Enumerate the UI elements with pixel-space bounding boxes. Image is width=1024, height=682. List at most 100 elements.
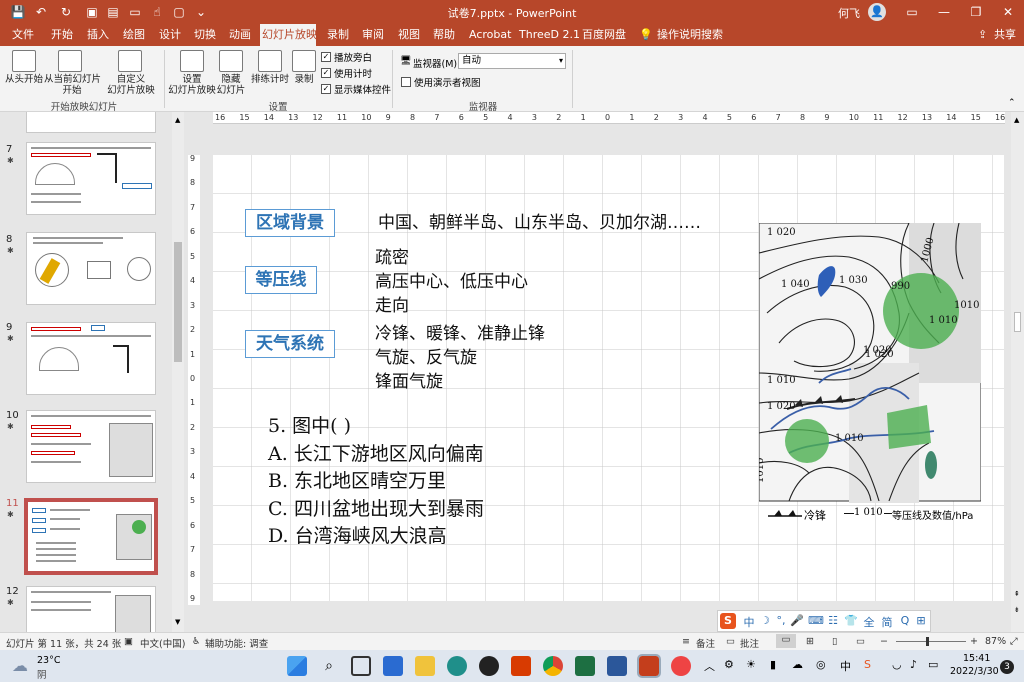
wifi-icon[interactable]: ◡ xyxy=(892,658,902,671)
tab-help[interactable]: 帮助 xyxy=(431,24,457,46)
custom-show-icon[interactable] xyxy=(118,50,142,72)
tab-baidu[interactable]: 百度网盘 xyxy=(580,24,628,46)
powerpoint-icon[interactable] xyxy=(637,654,661,678)
rehearse-label[interactable]: 排练计时 xyxy=(248,74,292,85)
tab-slideshow[interactable]: 幻灯片放映 xyxy=(260,24,317,46)
tab-transitions[interactable]: 切换 xyxy=(192,24,218,46)
setup-show-icon[interactable] xyxy=(180,50,204,72)
tray-app-icon[interactable]: ◎ xyxy=(816,658,826,671)
file-explorer-icon[interactable] xyxy=(415,656,435,676)
start-icon[interactable] xyxy=(287,656,307,676)
notes-icon[interactable]: ≡ xyxy=(682,636,690,647)
mail-icon[interactable] xyxy=(383,656,403,676)
tab-insert[interactable]: 插入 xyxy=(85,24,111,46)
from-beginning-label[interactable]: 从头开始 xyxy=(2,74,46,85)
word-icon[interactable] xyxy=(607,656,627,676)
qq-icon[interactable] xyxy=(479,656,499,676)
keyboard-icon[interactable]: ⌨ xyxy=(808,614,824,627)
language-indicator[interactable]: 中文(中国) xyxy=(140,636,185,650)
tab-file[interactable]: 文件 xyxy=(10,24,36,46)
zoom-slider[interactable] xyxy=(896,641,966,642)
volume-icon[interactable]: ♪ xyxy=(910,658,917,671)
search-icon[interactable]: ⌕ xyxy=(319,656,339,676)
sogou-logo-icon[interactable]: S xyxy=(720,613,736,629)
app-icon[interactable] xyxy=(671,656,691,676)
record-label[interactable]: 录制 xyxy=(290,74,318,85)
notification-badge[interactable]: 3 xyxy=(1000,660,1014,674)
chevron-up-icon[interactable]: ︿ xyxy=(704,658,715,674)
clock-time[interactable]: 15:41 xyxy=(963,653,990,664)
weather-condition[interactable]: 阴 xyxy=(37,667,47,681)
scrollbar-thumb[interactable] xyxy=(1014,312,1021,332)
slide-canvas[interactable]: 区域背景 中国、朝鲜半岛、山东半岛、贝加尔湖…… 等压线 疏密 高压中心、低压中… xyxy=(213,155,1004,601)
avatar[interactable]: 👤 xyxy=(868,3,886,21)
onedrive-icon[interactable]: ☁ xyxy=(792,658,803,671)
use-timings-checkbox[interactable]: ✓ xyxy=(321,68,331,78)
slide-thumbnail-active[interactable] xyxy=(24,498,158,575)
simplified-icon[interactable]: 简 xyxy=(880,614,894,630)
comments-button[interactable]: 批注 xyxy=(740,636,759,650)
slide-thumbnail[interactable] xyxy=(26,586,156,632)
play-from-current-icon[interactable] xyxy=(58,50,82,72)
share-icon[interactable]: ⇪ xyxy=(976,24,989,46)
hide-slide-icon[interactable] xyxy=(219,50,243,72)
fullwidth-icon[interactable]: 全 xyxy=(862,614,876,630)
scrollbar-thumb[interactable] xyxy=(174,242,182,362)
custom-show-label-2[interactable]: 幻灯片放映 xyxy=(102,85,160,96)
tab-animations[interactable]: 动画 xyxy=(227,24,253,46)
rehearse-timings-icon[interactable] xyxy=(258,50,282,72)
search-icon[interactable]: Q xyxy=(898,614,912,627)
edge-icon[interactable] xyxy=(447,656,467,676)
tab-draw[interactable]: 绘图 xyxy=(121,24,147,46)
presenter-view-checkbox[interactable] xyxy=(401,77,411,87)
slide-thumbnail[interactable] xyxy=(26,112,156,133)
use-timings-label[interactable]: 使用计时 xyxy=(334,66,372,80)
comments-icon[interactable]: ▭ xyxy=(726,636,735,647)
hide-label-1[interactable]: 隐藏 xyxy=(214,74,248,85)
punctuation-icon[interactable]: °, xyxy=(774,614,788,627)
from-current-label-1[interactable]: 从当前幻灯片 xyxy=(44,74,101,85)
toolbox-icon[interactable]: ☷ xyxy=(826,614,840,627)
from-current-label-2[interactable]: 开始 xyxy=(44,85,100,96)
setup-label-1[interactable]: 设置 xyxy=(168,74,216,85)
zoom-in-icon[interactable]: + xyxy=(970,636,978,647)
collapse-ribbon-icon[interactable]: ⌃ xyxy=(1008,98,1016,108)
slide-thumbnail[interactable] xyxy=(26,410,156,483)
share-button[interactable]: 共享 xyxy=(992,24,1018,46)
setup-label-2[interactable]: 幻灯片放映 xyxy=(168,85,216,96)
slide-thumbnail[interactable] xyxy=(26,142,156,215)
spell-check-icon[interactable]: ▣ xyxy=(124,636,133,647)
previous-slide-icon[interactable]: ⇞ xyxy=(1014,590,1020,598)
tab-record[interactable]: 录制 xyxy=(325,24,351,46)
chrome-icon[interactable] xyxy=(543,656,563,676)
reading-view-icon[interactable]: ▯ xyxy=(832,636,837,647)
restore-button[interactable]: ❐ xyxy=(960,0,992,24)
play-narrations-label[interactable]: 播放旁白 xyxy=(334,50,372,64)
tab-acrobat[interactable]: Acrobat xyxy=(467,24,513,46)
custom-show-label-1[interactable]: 自定义 xyxy=(102,74,160,85)
close-button[interactable]: ✕ xyxy=(992,0,1024,24)
next-slide-icon[interactable]: ⇟ xyxy=(1014,606,1020,614)
minimize-button[interactable]: — xyxy=(928,0,960,24)
record-icon[interactable] xyxy=(292,50,316,72)
task-view-icon[interactable] xyxy=(351,656,371,676)
thumbnail-scrollbar[interactable]: ▲ ▼ xyxy=(172,112,184,632)
cloud-weather-icon[interactable]: ☁ xyxy=(12,656,28,675)
play-from-start-icon[interactable] xyxy=(12,50,36,72)
tab-design[interactable]: 设计 xyxy=(157,24,183,46)
ime-mode-icon[interactable]: 中 xyxy=(742,614,756,630)
tray-app-icon[interactable]: ☀ xyxy=(746,658,756,671)
accessibility-status[interactable]: 辅助功能: 调查 xyxy=(205,636,268,650)
excel-icon[interactable] xyxy=(575,656,595,676)
microphone-icon[interactable]: 🎤 xyxy=(790,614,804,627)
show-media-checkbox[interactable]: ✓ xyxy=(321,84,331,94)
tab-review[interactable]: 审阅 xyxy=(360,24,386,46)
slideshow-view-icon[interactable]: ▭ xyxy=(856,636,865,647)
tray-app-icon[interactable]: ▮ xyxy=(770,658,776,671)
moon-icon[interactable]: ☽ xyxy=(758,614,772,627)
notes-button[interactable]: 备注 xyxy=(696,636,715,650)
tell-me-search[interactable]: 操作说明搜索 xyxy=(655,24,725,46)
tab-view[interactable]: 视图 xyxy=(396,24,422,46)
zoom-level[interactable]: 87% xyxy=(985,636,1006,647)
slide-thumbnail[interactable] xyxy=(26,232,156,305)
